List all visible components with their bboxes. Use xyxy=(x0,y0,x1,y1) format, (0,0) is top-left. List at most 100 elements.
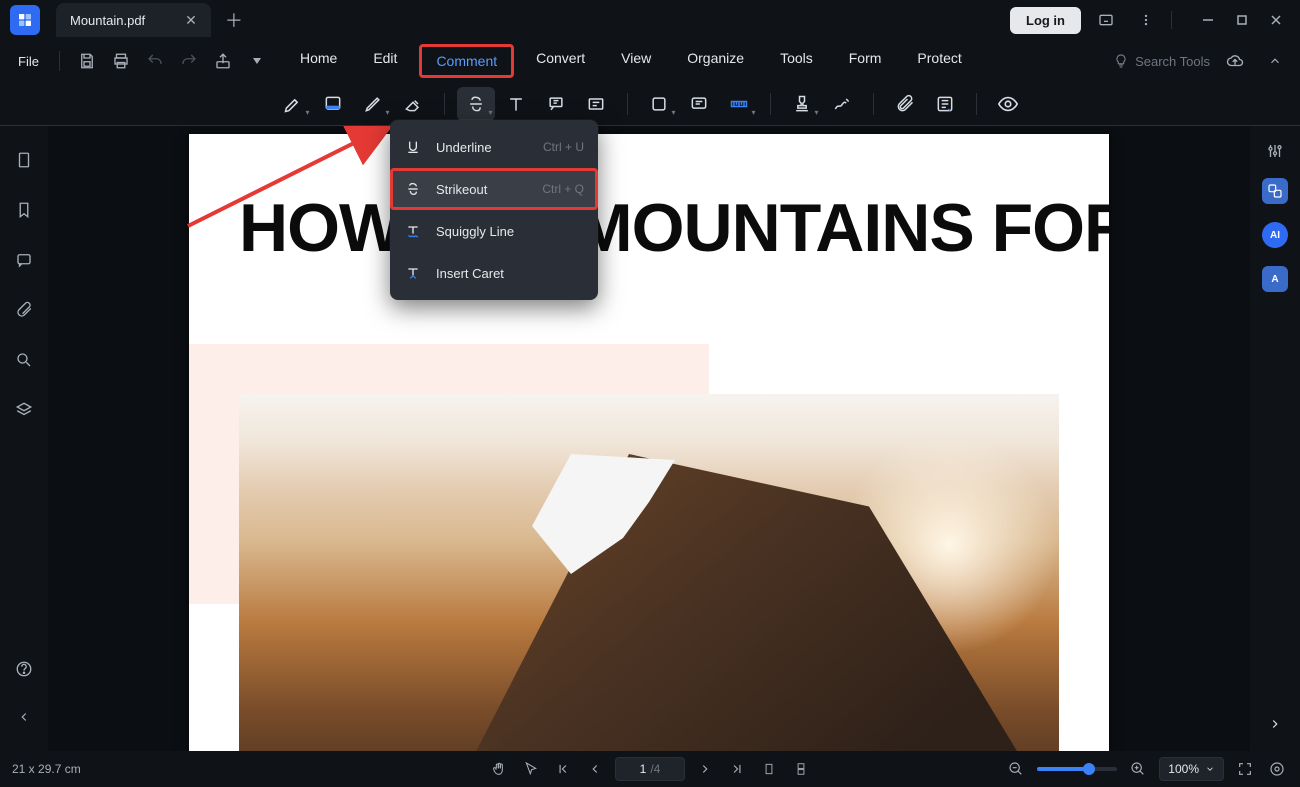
ai-badge[interactable]: AI xyxy=(1262,222,1288,248)
dropdown-squiggly[interactable]: Squiggly Line xyxy=(390,210,598,252)
nav-view[interactable]: View xyxy=(607,44,665,78)
zoom-slider[interactable] xyxy=(1037,767,1117,771)
save-icon[interactable] xyxy=(72,46,102,76)
word-badge[interactable]: A xyxy=(1262,266,1288,292)
tab-label: Mountain.pdf xyxy=(70,13,145,28)
main-area: HOW ARE MOUNTAINS FORMED? AI A xyxy=(0,126,1300,751)
statusbar: 21 x 29.7 cm 1 /4 100% xyxy=(0,751,1300,787)
ribbon-top: File Home Edit Comment Convert View Orga… xyxy=(0,40,1300,82)
print-icon[interactable] xyxy=(106,46,136,76)
nav-form[interactable]: Form xyxy=(835,44,896,78)
area-highlight-tool[interactable] xyxy=(314,87,352,121)
help-icon[interactable] xyxy=(10,655,38,683)
redo-icon[interactable] xyxy=(174,46,204,76)
dropdown-label: Strikeout xyxy=(436,182,487,197)
shape-tool[interactable]: ▾ xyxy=(640,87,678,121)
single-page-icon[interactable] xyxy=(757,757,781,781)
search-icon[interactable] xyxy=(10,346,38,374)
signature-tool[interactable] xyxy=(823,87,861,121)
close-tab-icon[interactable]: ✕ xyxy=(185,13,197,27)
measure-tool[interactable]: ▾ xyxy=(720,87,758,121)
message-icon[interactable] xyxy=(1091,5,1121,35)
highlight-tool[interactable]: ▾ xyxy=(274,87,312,121)
zoom-select[interactable]: 100% xyxy=(1159,757,1224,781)
text-callout-tool[interactable] xyxy=(537,87,575,121)
main-nav: Home Edit Comment Convert View Organize … xyxy=(286,44,976,78)
properties-icon[interactable] xyxy=(1266,142,1284,160)
fullscreen-icon[interactable] xyxy=(1234,758,1256,780)
undo-icon[interactable] xyxy=(140,46,170,76)
page-number-input[interactable]: 1 /4 xyxy=(615,757,685,781)
stamp-tool[interactable]: ▾ xyxy=(783,87,821,121)
nav-organize[interactable]: Organize xyxy=(673,44,758,78)
text-tool[interactable] xyxy=(497,87,535,121)
zoom-out-icon[interactable] xyxy=(1005,758,1027,780)
minimize-button[interactable] xyxy=(1192,4,1224,36)
note-tool[interactable] xyxy=(680,87,718,121)
dropdown-shortcut: Ctrl + Q xyxy=(542,182,584,196)
document-tab[interactable]: Mountain.pdf ✕ xyxy=(56,3,211,37)
titlebar: Mountain.pdf ✕ ＋ Log in xyxy=(0,0,1300,40)
quick-access-dropdown-icon[interactable] xyxy=(242,46,272,76)
document-viewport[interactable]: HOW ARE MOUNTAINS FORMED? xyxy=(48,126,1250,751)
page-size-label: 21 x 29.7 cm xyxy=(12,762,81,776)
dropdown-label: Insert Caret xyxy=(436,266,504,281)
squiggly-icon xyxy=(404,222,422,240)
collapse-left-icon[interactable] xyxy=(10,703,38,731)
nav-convert[interactable]: Convert xyxy=(522,44,599,78)
share-icon[interactable] xyxy=(208,46,238,76)
bookmarks-icon[interactable] xyxy=(10,196,38,224)
fit-page-icon[interactable] xyxy=(1266,758,1288,780)
layers-icon[interactable] xyxy=(10,396,38,424)
select-tool-icon[interactable] xyxy=(519,757,543,781)
nav-tools[interactable]: Tools xyxy=(766,44,827,78)
underline-icon xyxy=(404,138,422,156)
nav-comment[interactable]: Comment xyxy=(419,44,514,78)
eraser-tool[interactable] xyxy=(394,87,432,121)
dropdown-caret[interactable]: Insert Caret xyxy=(390,252,598,294)
translate-badge[interactable] xyxy=(1262,178,1288,204)
first-page-icon[interactable] xyxy=(551,757,575,781)
prev-page-icon[interactable] xyxy=(583,757,607,781)
hand-tool-icon[interactable] xyxy=(487,757,511,781)
close-button[interactable] xyxy=(1260,4,1292,36)
pencil-tool[interactable]: ▾ xyxy=(354,87,392,121)
file-menu[interactable]: File xyxy=(10,48,47,75)
comment-toolbar: ▾ ▾ ▾ ▾ ▾ ▾ xyxy=(0,82,1300,126)
continuous-page-icon[interactable] xyxy=(789,757,813,781)
dropdown-strikeout[interactable]: Strikeout Ctrl + Q xyxy=(390,168,598,210)
nav-protect[interactable]: Protect xyxy=(903,44,975,78)
text-box-tool[interactable] xyxy=(577,87,615,121)
search-tools[interactable]: Search Tools xyxy=(1113,53,1210,69)
lightbulb-icon xyxy=(1113,53,1129,69)
dropdown-label: Underline xyxy=(436,140,492,155)
login-button[interactable]: Log in xyxy=(1010,7,1081,34)
attachment-tool[interactable] xyxy=(886,87,924,121)
hide-comments-tool[interactable] xyxy=(989,87,1027,121)
thumbnails-icon[interactable] xyxy=(10,146,38,174)
dropdown-shortcut: Ctrl + U xyxy=(543,140,584,154)
sidebar-left xyxy=(0,126,48,751)
nav-home[interactable]: Home xyxy=(286,44,351,78)
attachments-icon[interactable] xyxy=(10,296,38,324)
search-tools-label: Search Tools xyxy=(1135,54,1210,69)
maximize-button[interactable] xyxy=(1226,4,1258,36)
comments-panel-tool[interactable] xyxy=(926,87,964,121)
add-tab-button[interactable]: ＋ xyxy=(225,7,243,33)
dropdown-underline[interactable]: Underline Ctrl + U xyxy=(390,126,598,168)
zoom-in-icon[interactable] xyxy=(1127,758,1149,780)
collapse-ribbon-icon[interactable] xyxy=(1260,46,1290,76)
last-page-icon[interactable] xyxy=(725,757,749,781)
strikeout-dropdown: Underline Ctrl + U Strikeout Ctrl + Q Sq… xyxy=(390,120,598,300)
comments-icon[interactable] xyxy=(10,246,38,274)
nav-edit[interactable]: Edit xyxy=(359,44,411,78)
expand-right-icon[interactable] xyxy=(1268,717,1282,731)
cloud-upload-icon[interactable] xyxy=(1220,46,1250,76)
strikeout-icon xyxy=(404,180,422,198)
next-page-icon[interactable] xyxy=(693,757,717,781)
more-icon[interactable] xyxy=(1131,5,1161,35)
caret-icon xyxy=(404,264,422,282)
strikeout-tool[interactable]: ▾ xyxy=(457,87,495,121)
dropdown-label: Squiggly Line xyxy=(436,224,514,239)
app-logo xyxy=(10,5,40,35)
